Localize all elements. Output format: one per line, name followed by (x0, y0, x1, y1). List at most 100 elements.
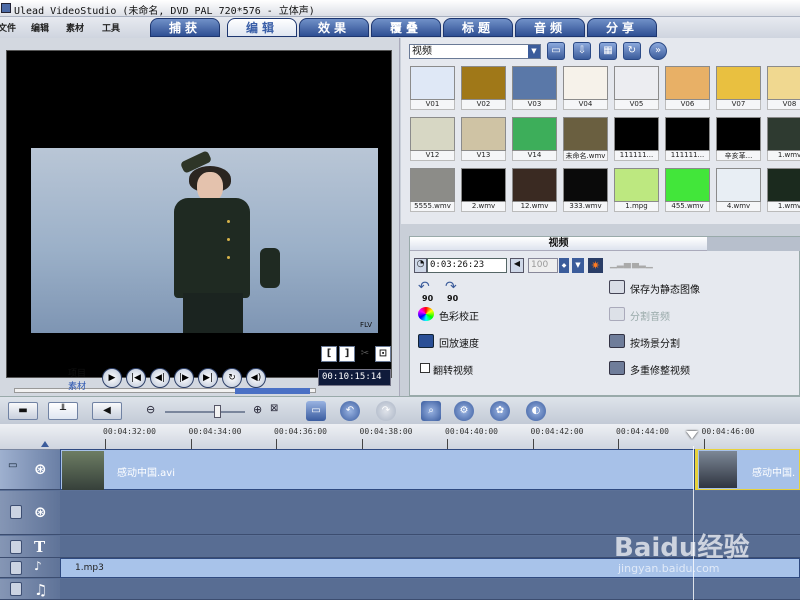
split-by-scene-icon[interactable] (609, 334, 625, 348)
multi-trim-button[interactable]: 多重修整视频 (630, 362, 690, 377)
next-frame-icon[interactable]: |▶ (174, 368, 194, 388)
previous-frame-icon[interactable]: ◀| (150, 368, 170, 388)
undo-icon[interactable]: ↶ (340, 401, 360, 421)
library-thumbnail[interactable] (614, 117, 659, 151)
music-track[interactable] (60, 579, 800, 600)
library-thumbnail[interactable] (512, 117, 557, 151)
track-toggle-icon[interactable] (10, 540, 22, 554)
library-thumbnail[interactable] (716, 117, 761, 151)
menu-edit[interactable]: 编辑 (31, 21, 49, 34)
library-thumbnail[interactable] (767, 168, 800, 202)
menu-file[interactable]: 文件 (0, 21, 16, 34)
library-thumbnail[interactable] (563, 66, 608, 100)
duration-field[interactable]: 0:03:26:23 (427, 258, 507, 273)
split-audio-button[interactable]: 分割音频 (630, 308, 670, 323)
volume-icon[interactable]: ◀) (246, 368, 266, 388)
color-correction-button[interactable]: 色彩校正 (439, 308, 479, 323)
fade-in-icon[interactable]: ▁▂▄ (610, 259, 631, 272)
refresh-icon[interactable]: ↻ (623, 42, 641, 60)
voice-track-header[interactable]: ♪ (0, 558, 60, 578)
play-button[interactable]: ▶ (102, 368, 122, 388)
tab-edit[interactable]: 编辑 (227, 18, 297, 37)
menu-tools[interactable]: 工具 (102, 21, 120, 34)
rotate-right-icon[interactable]: ↷ (445, 279, 457, 295)
zoom-out-icon[interactable]: ⊖ (146, 403, 155, 416)
redo-icon[interactable]: ↷ (376, 401, 396, 421)
rotate-left-icon[interactable]: ↶ (418, 279, 430, 295)
music-track-header[interactable]: ♫ (0, 579, 60, 600)
zoom-slider-thumb[interactable] (214, 405, 221, 418)
audio-view-button[interactable]: ◀ (92, 402, 122, 420)
library-thumbnail[interactable] (461, 117, 506, 151)
library-thumbnail[interactable] (410, 117, 455, 151)
reverse-video-checkbox[interactable] (420, 363, 430, 373)
library-thumbnail[interactable] (461, 66, 506, 100)
time-ruler[interactable]: 00:04:32:00 00:04:34:00 00:04:36:00 00:04:3… (0, 424, 800, 450)
import-media-icon[interactable]: ⇩ (573, 42, 591, 60)
overlay-track-header[interactable]: ⊛ (0, 491, 60, 535)
volume-icon[interactable]: ◀ (510, 258, 524, 273)
storyboard-view-button[interactable]: ▬ (8, 402, 38, 420)
track-toggle-icon[interactable] (10, 582, 22, 596)
video-clip-selected[interactable]: 感动中国. (695, 449, 800, 490)
insert-media-icon[interactable]: ▭ (306, 401, 326, 421)
library-thumbnail[interactable] (512, 66, 557, 100)
track-toggle-icon[interactable] (10, 505, 22, 519)
split-audio-icon[interactable] (609, 307, 625, 321)
tab-audio[interactable]: 音频 (515, 18, 585, 37)
timeline-settings-icon[interactable]: ⚙ (454, 401, 474, 421)
timecode-display[interactable]: 00:10:15:14 (318, 369, 391, 386)
library-thumbnail[interactable] (716, 168, 761, 202)
library-thumbnail[interactable] (410, 168, 455, 202)
library-category-select[interactable]: 视频 ▼ (409, 44, 541, 59)
multi-trim-icon[interactable] (609, 361, 625, 375)
smart-proxy-icon[interactable]: ⌕ (421, 401, 441, 421)
timeline-view-button[interactable]: ╨ (48, 402, 78, 420)
color-wheel-icon[interactable] (418, 307, 434, 321)
mark-out-button[interactable]: ] (339, 346, 355, 362)
tab-share[interactable]: 分享 (587, 18, 657, 37)
repeat-icon[interactable]: ↻ (222, 368, 242, 388)
fit-project-icon[interactable]: ⊠ (270, 403, 278, 414)
mark-in-button[interactable]: [ (321, 346, 337, 362)
menu-clip[interactable]: 素材 (66, 21, 84, 34)
playhead-marker[interactable] (686, 431, 698, 439)
tab-overlay[interactable]: 覆叠 (371, 18, 441, 37)
cut-clip-icon[interactable]: ✂ (357, 346, 373, 362)
playback-speed-icon[interactable] (418, 334, 434, 348)
library-thumbnail[interactable] (665, 168, 710, 202)
zoom-slider[interactable] (165, 411, 245, 413)
library-thumbnail[interactable] (767, 66, 800, 100)
library-thumbnail[interactable] (665, 66, 710, 100)
library-thumbnail[interactable] (563, 168, 608, 202)
library-thumbnail[interactable] (614, 66, 659, 100)
clip-mode-label[interactable]: 素材 (68, 379, 86, 392)
volume-spinner[interactable]: ◆ (559, 258, 569, 273)
zoom-in-icon[interactable]: ⊕ (253, 403, 262, 416)
library-manager-icon[interactable]: ▦ (599, 42, 617, 60)
folder-open-icon[interactable]: ▭ (547, 42, 565, 60)
playback-speed-button[interactable]: 回放速度 (439, 335, 479, 350)
library-thumbnail[interactable] (665, 117, 710, 151)
trim-selection[interactable] (235, 388, 310, 394)
save-still-button[interactable]: 保存为静态图像 (630, 281, 700, 296)
volume-dropdown[interactable]: ▼ (572, 258, 584, 273)
chapter-point-icon[interactable]: ◐ (526, 401, 546, 421)
options-tab-video[interactable]: 视频 (410, 237, 707, 251)
track-toggle-icon[interactable]: ▭ (8, 460, 24, 472)
library-thumbnail[interactable] (563, 117, 608, 151)
home-icon[interactable]: |◀ (126, 368, 146, 388)
library-thumbnail[interactable] (767, 117, 800, 151)
project-mode-label[interactable]: 项目 (68, 366, 86, 379)
mute-icon[interactable]: ✷ (588, 258, 603, 273)
track-toggle-icon[interactable] (10, 561, 22, 575)
title-track-header[interactable]: T (0, 536, 60, 558)
tab-effect[interactable]: 效果 (299, 18, 369, 37)
library-thumbnail[interactable] (716, 66, 761, 100)
save-still-icon[interactable] (609, 280, 625, 294)
fade-out-icon[interactable]: ▄▂▁ (632, 259, 653, 272)
chevron-down-icon[interactable]: ▼ (528, 45, 540, 58)
end-icon[interactable]: ▶| (198, 368, 218, 388)
tab-capture[interactable]: 捕获 (150, 18, 220, 37)
split-by-scene-button[interactable]: 按场景分割 (630, 335, 680, 350)
